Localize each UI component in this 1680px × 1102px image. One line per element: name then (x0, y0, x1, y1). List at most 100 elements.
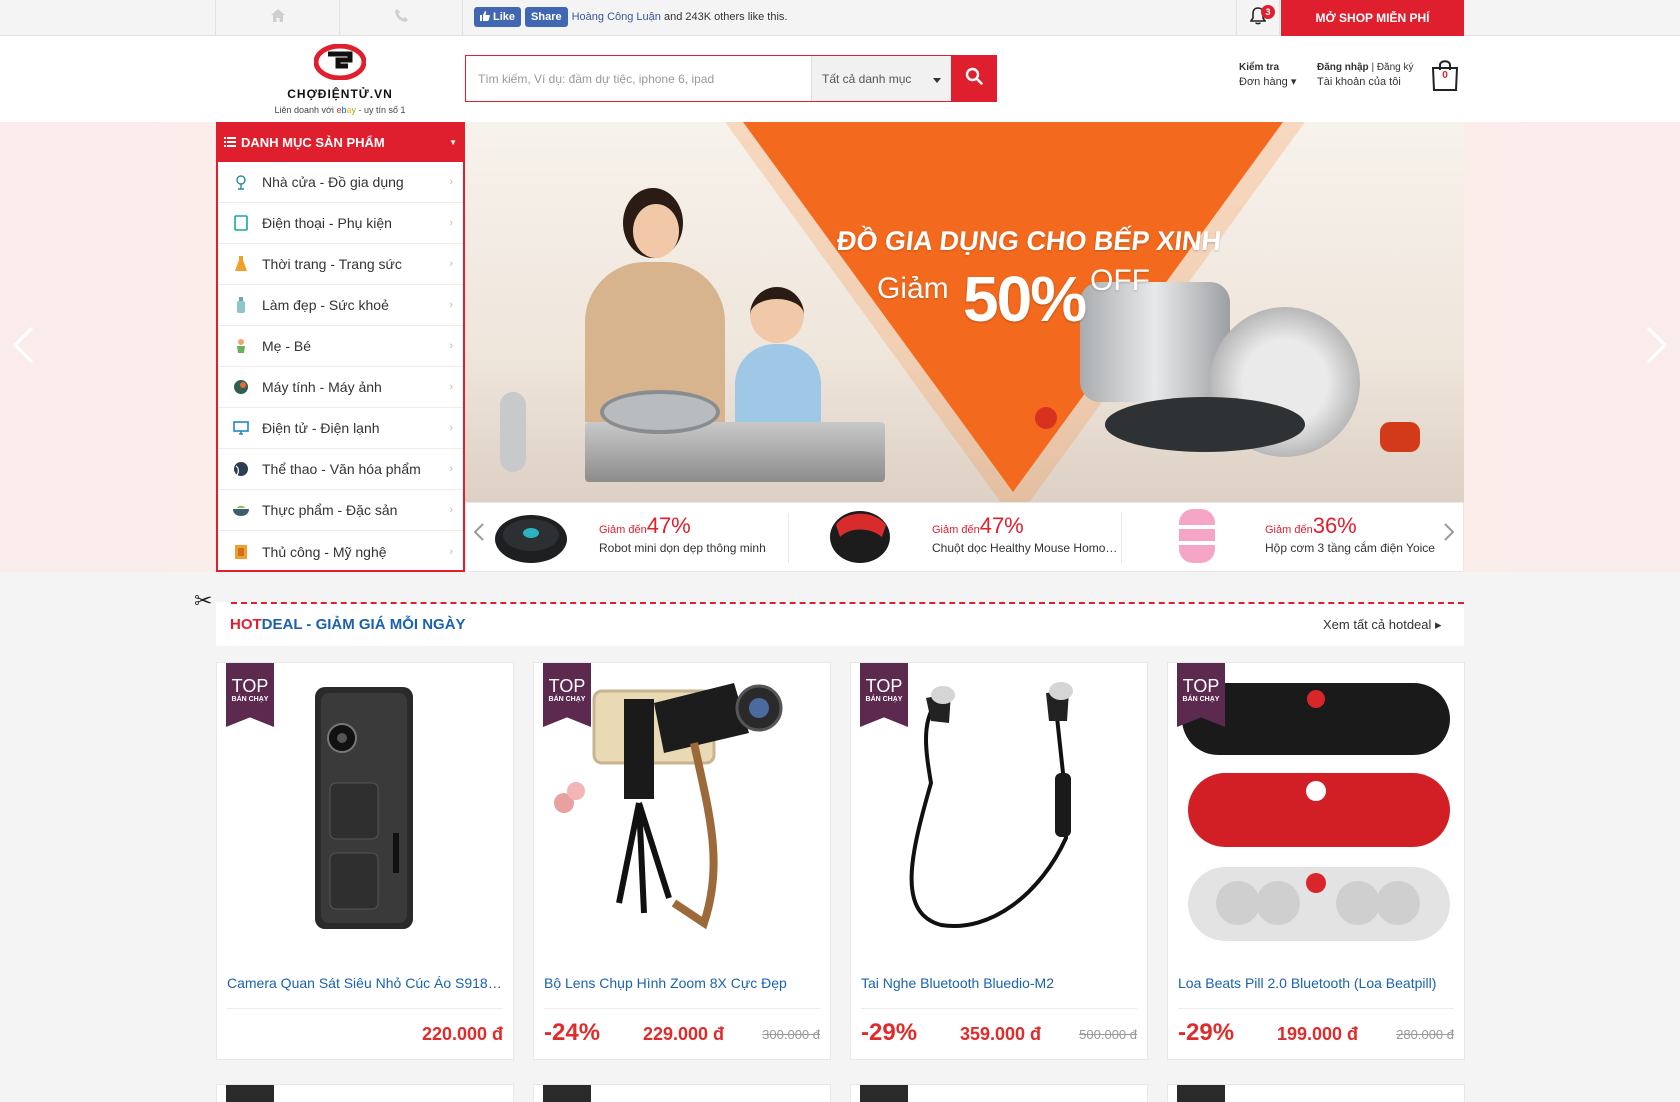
sidebar-item-label: Thể thao - Văn hóa phẩm (262, 461, 421, 477)
product-name[interactable]: Tai Nghe Bluetooth Bluedio-M2 (861, 975, 1137, 991)
sidebar-item-sports[interactable]: Thể thao - Văn hóa phẩm › (218, 449, 463, 490)
my-account-link[interactable]: Tài khoản của tôi (1317, 75, 1414, 90)
product-price: 199.000 đ (1276, 1024, 1358, 1044)
phone-icon (394, 9, 408, 27)
discount-badge: -29% (861, 1019, 918, 1046)
sidebar-item-beauty[interactable]: Làm đẹp - Sức khoẻ › (218, 285, 463, 326)
banner-headline: ĐỒ GIA DỤNG CHO BẾP XINH (835, 226, 1223, 256)
category-sidebar-header[interactable]: DANH MỤC SẢN PHẨM ▼ (218, 122, 463, 162)
list-icon (224, 135, 236, 150)
caret-right-icon: ▸ (1435, 617, 1442, 632)
hero-next-button[interactable] (1642, 326, 1672, 367)
product-card[interactable]: TOP BÁN CHẠY Camera Quan Sát Siêu Nhỏ Cúc… (216, 662, 514, 1060)
fb-share-button[interactable]: Share (525, 7, 568, 27)
phone-link[interactable] (339, 0, 463, 36)
sidebar-item-label: Điện thoại - Phụ kiện (262, 215, 392, 231)
phone-icon (232, 214, 250, 232)
deal-divider (788, 513, 789, 563)
auth-links: Đăng nhập | Đăng ký (1317, 62, 1414, 73)
tagline-pre: Liên doanh với (274, 105, 334, 115)
fb-friend-link[interactable]: Hoàng Công Luận (572, 11, 661, 23)
sidebar-item-label: Máy tính - Máy ảnh (262, 379, 382, 395)
card-divider (861, 1008, 1137, 1009)
register-link[interactable]: Đăng ký (1377, 62, 1414, 73)
ribbon-top-band (226, 1085, 274, 1102)
ribbon-top-band (860, 1085, 908, 1102)
sidebar-item-label: Mẹ - Bé (262, 338, 312, 354)
fb-share-label: Share (531, 11, 562, 23)
product-card[interactable]: TOP BÁN CHẠY Loa Beats Pill 2.0 Bluetooth… (1167, 662, 1465, 1060)
sidebar-item-phones[interactable]: Điện thoại - Phụ kiện › (218, 203, 463, 244)
chevron-right-icon: › (449, 217, 453, 229)
deal-percent: 47% (979, 513, 1024, 538)
order-check-link[interactable]: Kiểm tra Đơn hàng ▾ (1239, 60, 1296, 90)
deal-divider (1121, 513, 1122, 563)
sidebar-item-home[interactable]: Nhà cửa - Đồ gia dụng › (218, 162, 463, 203)
deal-item[interactable]: Giảm đến36% Hộp cơm 3 tầng cắm điện Yoic… (1132, 503, 1462, 573)
notifications-button[interactable]: 3 (1236, 0, 1280, 36)
hero-prev-button[interactable] (8, 326, 38, 367)
sidebar-item-electronics[interactable]: Điện tử - Điện lạnh › (218, 408, 463, 449)
banner-percent: 50% (963, 263, 1087, 335)
old-price: 500.000 đ (1079, 1027, 1137, 1042)
house-icon (232, 173, 250, 191)
search-input[interactable] (466, 56, 811, 101)
sidebar-item-label: Thực phẩm - Đặc sản (262, 502, 398, 518)
see-all-hotdeal-link[interactable]: Xem tất cả hotdeal ▸ (1323, 617, 1442, 633)
caret-down-icon: ▾ (1290, 76, 1297, 88)
product-name[interactable]: Camera Quan Sát Siêu Nhỏ Cúc Áo S918 H..… (227, 975, 503, 991)
hotdeal-title: HOTDEAL - GIẢM GIÁ MỖI NGÀY (230, 616, 466, 633)
order-check-label: Kiểm tra (1239, 62, 1280, 73)
card-divider (227, 1008, 503, 1009)
deal-text: Giảm đến36% Hộp cơm 3 tầng cắm điện Yoic… (1265, 513, 1455, 555)
banner-off: OFF (1090, 264, 1150, 297)
cart-button[interactable]: 0 (1430, 58, 1460, 92)
chevron-right-icon: › (449, 422, 453, 434)
product-name[interactable]: Loa Beats Pill 2.0 Bluetooth (Loa Beatpi… (1178, 975, 1454, 991)
fb-like-button[interactable]: Like (474, 7, 522, 27)
banner-wok (600, 390, 720, 434)
craft-icon (232, 543, 250, 561)
sidebar-item-crafts[interactable]: Thủ công - Mỹ nghệ › (218, 531, 463, 572)
banner-tomato (1035, 407, 1057, 429)
banner-pot-lid (500, 392, 526, 472)
category-sidebar-title: DANH MỤC SẢN PHẨM (241, 134, 385, 150)
sidebar-item-food[interactable]: Thực phẩm - Đặc sản › (218, 490, 463, 531)
hotdeal-dashed-line (231, 602, 1464, 604)
product-card[interactable]: TOP BÁN CHẠY Tai Nghe Bluetooth Bluedio-M… (850, 662, 1148, 1060)
deal-text: Giảm đến47% Chuột dọc Healthy Mouse Homo… (932, 513, 1122, 555)
search-icon (965, 67, 983, 90)
fb-social-text: Hoàng Công Luận and 243K others like thi… (572, 11, 788, 23)
product-name[interactable]: Bộ Lens Chụp Hình Zoom 8X Cực Đẹp (544, 975, 820, 991)
shopping-bag-icon (1430, 60, 1460, 96)
banner-steamer-pot (1080, 282, 1230, 402)
chevron-right-icon: › (449, 340, 453, 352)
banner-woman-face (633, 204, 679, 258)
thumbs-up-icon (480, 10, 490, 24)
open-shop-button[interactable]: MỞ SHOP MIỄN PHÍ (1281, 0, 1464, 36)
sidebar-item-fashion[interactable]: Thời trang - Trang sức › (218, 244, 463, 285)
chevron-right-icon: › (449, 463, 453, 475)
login-link[interactable]: Đăng nhập (1317, 62, 1369, 73)
search-button[interactable] (951, 56, 996, 101)
deal-prefix: Giảm đến (932, 524, 980, 536)
chevron-right-icon: › (449, 258, 453, 270)
sidebar-item-computers[interactable]: Máy tính - Máy ảnh › (218, 367, 463, 408)
promo-banner[interactable]: ĐỒ GIA DỤNG CHO BẾP XINH Giảm 50% OFF (465, 122, 1464, 502)
deal-item[interactable]: Giảm đến47% Chuột dọc Healthy Mouse Homo… (799, 503, 1129, 573)
product-card[interactable] (1167, 1084, 1465, 1102)
chevron-right-icon: › (449, 545, 453, 558)
caret-down-icon (933, 72, 941, 86)
category-select[interactable]: Tất cả danh mục (811, 56, 951, 101)
product-card[interactable] (216, 1084, 514, 1102)
product-card[interactable] (850, 1084, 1148, 1102)
home-link[interactable] (215, 0, 339, 36)
product-card[interactable] (533, 1084, 831, 1102)
baby-icon (232, 337, 250, 355)
order-label-row: Đơn hàng ▾ (1239, 75, 1296, 90)
deal-item[interactable]: Giảm đến47% Robot mini dọn dẹp thông min… (466, 503, 796, 573)
sidebar-item-mom-baby[interactable]: Mẹ - Bé › (218, 326, 463, 367)
site-logo[interactable]: CHỢĐIỆNTỬ.VN Liên doanh với ebay - uy tí… (270, 43, 410, 116)
card-divider (544, 1008, 820, 1009)
product-card[interactable]: TOP BÁN CHẠY Bộ Lens Chụp Hình Zoom 8X Cự… (533, 662, 831, 1060)
